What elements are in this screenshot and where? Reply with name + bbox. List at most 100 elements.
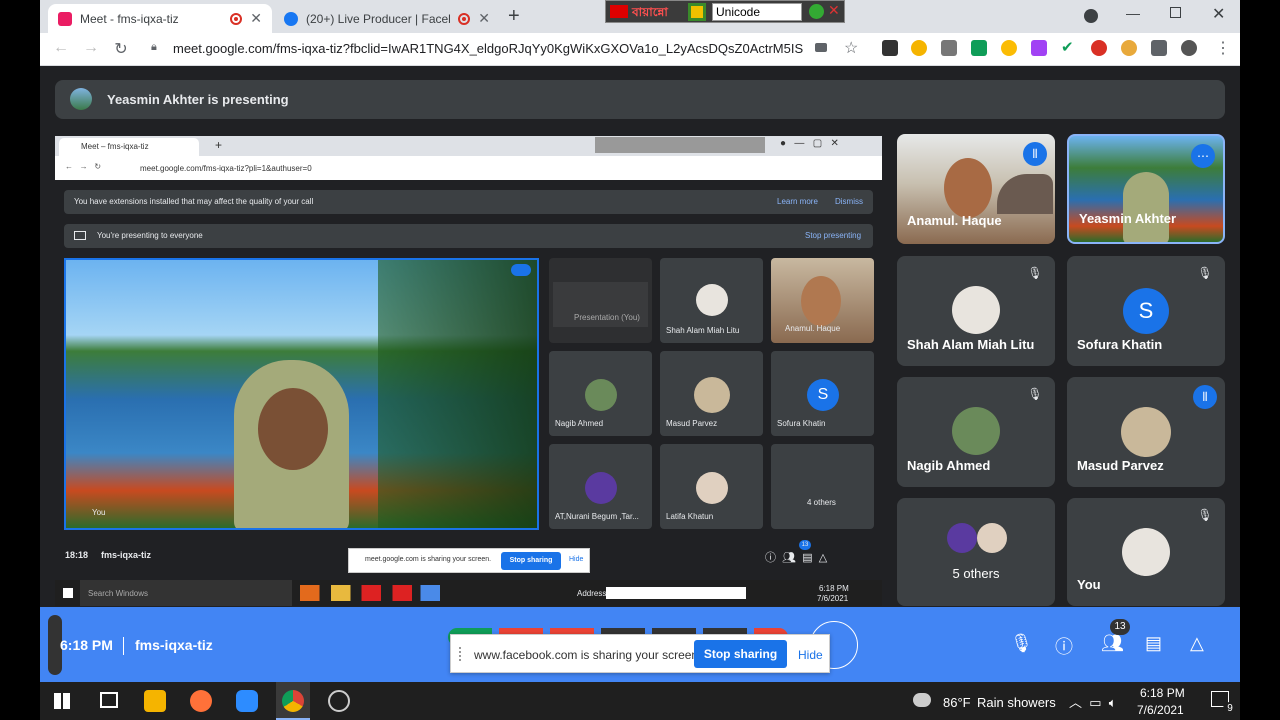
obs-icon[interactable] [328, 690, 350, 712]
face-image [944, 158, 993, 218]
participant-name: Shah Alam Miah Litu [907, 337, 1035, 352]
tab-facebook[interactable]: (20+) Live Producer | Facebo ✕ [274, 4, 500, 33]
window-close-icon[interactable]: ✕ [1212, 4, 1225, 24]
people-icon[interactable]: 👥︎ [1101, 633, 1124, 654]
close-tab-icon[interactable]: ✕ [250, 10, 262, 27]
mic-off-icon[interactable]: 🎙︎ [1010, 633, 1033, 654]
windows-taskbar: 86°F Rain showers ︿ ▭ 🔈︎ 6:18 PM 7/6/202… [40, 682, 1240, 720]
cat-extension-icon[interactable] [1121, 40, 1137, 56]
reload-button[interactable]: ↻ [110, 39, 132, 59]
nested-tile-name: Sofura Khatin [777, 419, 826, 428]
chrome-taskbar-button[interactable] [276, 682, 310, 720]
nested-tile: Nagib Ahmed [549, 351, 652, 436]
nested-taskbar: Search Windows Address 6:18 PM 7/6/2021 [55, 580, 882, 606]
more-options-icon[interactable]: ⋯ [1191, 144, 1215, 168]
nested-toolbar: ← → ↻ meet.google.com/fms-iqxa-tiz?pli=1… [55, 156, 882, 180]
participant-tile[interactable]: 5 others [897, 498, 1055, 606]
flash-extension-icon[interactable] [1091, 40, 1107, 56]
profile-avatar[interactable] [1181, 40, 1197, 56]
keyboard-logo-icon [610, 5, 628, 18]
avatar [1122, 528, 1170, 576]
nested-tile: Masud Parvez [660, 351, 763, 436]
encoding-select[interactable]: Unicode [712, 3, 802, 21]
weather-temp: 86°F [943, 695, 971, 710]
tab-search-icon[interactable] [1084, 9, 1098, 23]
avatar [977, 523, 1007, 553]
tab-meet[interactable]: Meet - fms-iqxa-tiz ✕ [48, 4, 272, 33]
nested-self-label: You [92, 508, 106, 517]
participant-tile[interactable]: S 🎙︎ Sofura Khatin [1067, 256, 1225, 366]
participant-tile[interactable]: ⫴ Masud Parvez [1067, 377, 1225, 487]
activities-icon[interactable]: △ [1190, 633, 1204, 654]
extensions-puzzle-icon[interactable] [1151, 40, 1167, 56]
notification-count: 9 [1223, 702, 1237, 716]
zoom-icon[interactable] [236, 690, 258, 712]
back-button[interactable]: ← [50, 39, 72, 57]
divider [123, 637, 124, 655]
facebook-favicon-icon [284, 11, 298, 26]
keyboard-layout-widget: বায়ান্নো Unicode ✕ [605, 0, 845, 23]
mic-off-icon: 🎙︎ [1197, 266, 1213, 280]
settings-icon[interactable] [809, 4, 824, 19]
nested-clock-date: 7/6/2021 [817, 594, 849, 603]
browser-menu-icon[interactable]: ⋮ [1215, 38, 1231, 58]
face-image [801, 276, 841, 326]
nested-address-input [606, 587, 746, 599]
nested-nav-icons: ← → ↻ [65, 162, 102, 171]
nested-tile: Shah Alam Miah Litu [660, 258, 763, 343]
drag-handle-icon[interactable] [459, 647, 463, 661]
nested-time: 18:18 [65, 550, 89, 560]
address-bar[interactable]: meet.google.com/fms-iqxa-tiz?fbclid=IwAR… [173, 41, 803, 56]
trees-image [378, 260, 537, 528]
nested-start-icon [63, 588, 73, 598]
share-text: www.facebook.com is sharing your screen. [474, 648, 702, 662]
chat-icon[interactable]: ▤ [1145, 633, 1162, 654]
nested-notice: You have extensions installed that may a… [64, 190, 873, 214]
grammar-extension-icon[interactable] [941, 40, 957, 56]
participant-tile[interactable]: ⫴ Anamul. Haque [897, 134, 1055, 244]
check-extension-icon[interactable]: ✔ [1061, 40, 1077, 56]
maximize-icon[interactable] [1170, 7, 1181, 18]
info-icon[interactable]: ⓘ [1055, 633, 1073, 659]
screen: Meet - fms-iqxa-tiz ✕ (20+) Live Produce… [0, 0, 1280, 720]
hand-extension-icon[interactable] [911, 40, 927, 56]
weather-icon [913, 693, 931, 707]
participant-tile[interactable]: ⋯ Yeasmin Akhter [1067, 134, 1225, 244]
minimize-icon[interactable]: — [1126, 5, 1140, 21]
file-explorer-icon[interactable] [144, 690, 166, 712]
tray-icons[interactable]: ︿ ▭ 🔈︎ [1069, 692, 1117, 711]
camera-icon[interactable] [815, 43, 827, 52]
recording-icon [230, 12, 243, 25]
weather-desc: Rain showers [977, 695, 1056, 710]
windows-start-icon[interactable] [54, 693, 70, 709]
mic-off-icon: 🎙︎ [1027, 387, 1043, 401]
nested-initial-avatar: S [807, 379, 839, 411]
nested-tile-name: Anamul. Haque [785, 324, 841, 333]
nested-tile: Latifa Khatun [660, 444, 763, 529]
participant-tile[interactable]: 🎙︎ Nagib Ahmed [897, 377, 1055, 487]
stop-sharing-button[interactable]: Stop sharing [694, 640, 787, 668]
hide-button[interactable]: Hide [798, 648, 823, 662]
forward-button[interactable]: → [80, 39, 102, 57]
nested-search-box: Search Windows [80, 580, 292, 606]
firefox-icon[interactable] [190, 690, 212, 712]
close-widget-icon[interactable]: ✕ [828, 2, 840, 19]
layout-toggle-icon[interactable] [688, 3, 706, 21]
b-extension-icon[interactable] [1031, 40, 1047, 56]
nested-presentation-tile: Presentation (You) [549, 258, 652, 343]
participant-tile[interactable]: 🎙︎ Shah Alam Miah Litu [897, 256, 1055, 366]
participant-name: Yeasmin Akhter [1079, 211, 1177, 226]
nested-tile: 4 others [771, 444, 874, 529]
extension-icon[interactable] [882, 40, 898, 56]
task-view-icon[interactable] [100, 692, 118, 708]
bookmark-star-icon[interactable]: ☆ [844, 38, 858, 58]
close-tab-icon[interactable]: ✕ [478, 10, 490, 27]
participant-tile[interactable]: 🎙︎ You [1067, 498, 1225, 606]
new-tab-button[interactable]: + [508, 5, 520, 28]
others-label: 5 others [952, 566, 1000, 581]
lock-icon[interactable]: 🔒︎ [151, 41, 157, 54]
grid-extension-icon[interactable] [971, 40, 987, 56]
bulb-extension-icon[interactable] [1001, 40, 1017, 56]
speaking-indicator-icon: ⫴ [1193, 385, 1217, 409]
keyboard-language[interactable]: বায়ান্নো [632, 4, 668, 24]
